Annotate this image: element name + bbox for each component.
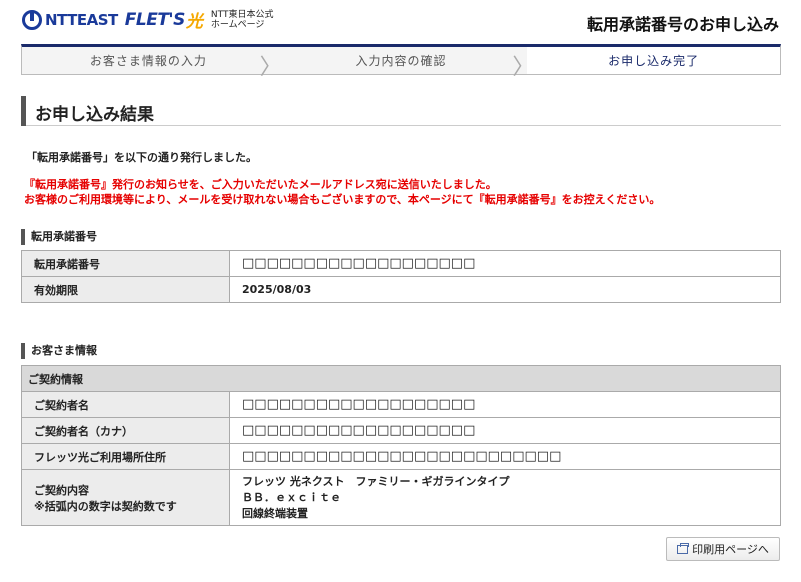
table-row: ご契約者名 □□□□□□□□□□□□□□□□□□□ [21, 391, 781, 418]
page-title: 転用承諾番号のお申し込み [586, 15, 779, 34]
address-value: □□□□□□□□□□□□□□□□□□□□□□□□□□ [229, 443, 781, 470]
contractor-name-value: □□□□□□□□□□□□□□□□□□□ [229, 391, 781, 418]
contract-isp: ＢＢ．ｅｘｃｉｔｅ [242, 490, 341, 504]
step-input: お客さま情報の入力 〉 [22, 47, 282, 80]
contractor-kana-value: □□□□□□□□□□□□□□□□□□□ [229, 417, 781, 444]
table-row: ご契約情報 [21, 365, 781, 392]
table-row: フレッツ光ご利用場所住所 □□□□□□□□□□□□□□□□□□□□□□□□□□ [21, 443, 781, 470]
table-row: ご契約内容 ※括弧内の数字は契約数です フレッツ 光ネクスト ファミリー・ギガラ… [21, 469, 781, 526]
step-confirm: 入力内容の確認 〉 [275, 47, 535, 80]
logo-hikari-text: 光 [185, 12, 203, 32]
table-row: 有効期限 2025/08/03 [21, 276, 781, 303]
step-input-label: お客さま情報の入力 [89, 54, 207, 68]
notice-red-line2: お客様のご利用環境等により、メールを受け取れない場合もございますので、本ページに… [24, 193, 661, 206]
section-title: お申し込み結果 [21, 96, 781, 126]
approval-number-label: 転用承諾番号 [21, 250, 230, 277]
logo-ntt-text: NTTEAST [45, 10, 118, 29]
approval-number-value: □□□□□□□□□□□□□□□□□□□ [229, 250, 781, 277]
step-complete-label: お申し込み完了 [608, 54, 700, 68]
expiry-label: 有効期限 [21, 276, 230, 303]
customer-table: ご契約情報 ご契約者名 □□□□□□□□□□□□□□□□□□□ ご契約者名（カナ… [21, 365, 781, 526]
print-window-icon [677, 542, 690, 554]
logo-subtitle: NTT東日本公式 ホームページ [211, 10, 274, 30]
ntt-flets-logo[interactable]: NTTEAST FLET'S 光 NTT東日本公式 ホームページ [22, 7, 273, 32]
chevron-right-icon: 〉 [512, 55, 536, 80]
print-page-label: 印刷用ページへ [692, 543, 769, 556]
address-label: フレッツ光ご利用場所住所 [21, 443, 230, 470]
section-title-bar [21, 96, 26, 126]
contractor-kana-label: ご契約者名（カナ） [21, 417, 230, 444]
contractor-name-label: ご契約者名 [21, 391, 230, 418]
contract-content-label-note: ※括弧内の数字は契約数です [34, 499, 177, 513]
approval-section-title: 転用承諾番号 [21, 229, 97, 245]
logo-sub-line2: ホームページ [210, 19, 265, 30]
table-row: 転用承諾番号 □□□□□□□□□□□□□□□□□□□ [21, 250, 781, 277]
step-confirm-label: 入力内容の確認 [355, 54, 447, 68]
step-complete: お申し込み完了 [527, 47, 781, 74]
contract-plan: フレッツ 光ネクスト ファミリー・ギガラインタイプ [242, 474, 510, 488]
contract-info-header: ご契約情報 [21, 365, 781, 392]
customer-section-title: お客さま情報 [21, 343, 97, 359]
notice-red-line1: 『転用承諾番号』発行のお知らせを、ご入力いただいたメールアドレス宛に送信いたしま… [24, 178, 497, 191]
issued-message: 「転用承諾番号」を以下の通り発行しました。 [26, 151, 257, 164]
progress-steps: お客さま情報の入力 〉 入力内容の確認 〉 お申し込み完了 [21, 44, 781, 80]
contract-content-value: フレッツ 光ネクスト ファミリー・ギガラインタイプ ＢＢ．ｅｘｃｉｔｅ 回線終端… [229, 469, 781, 526]
site-header: NTTEAST FLET'S 光 NTT東日本公式 ホームページ 転用承諾番号の… [0, 0, 801, 44]
logo-sub-line1: NTT東日本公式 [210, 9, 274, 20]
chevron-right-icon: 〉 [259, 55, 283, 80]
section-title-text: お申し込み結果 [35, 105, 154, 125]
ntt-logo-icon [22, 9, 42, 30]
logo-flets-text: FLET'S [124, 9, 186, 30]
contract-content-label: ご契約内容 ※括弧内の数字は契約数です [21, 469, 230, 526]
print-page-button[interactable]: 印刷用ページへ [666, 537, 780, 561]
table-row: ご契約者名（カナ） □□□□□□□□□□□□□□□□□□□ [21, 417, 781, 444]
contract-device: 回線終端装置 [242, 506, 308, 520]
expiry-value: 2025/08/03 [229, 276, 781, 303]
contract-content-label-main: ご契約内容 [34, 483, 89, 497]
approval-table: 転用承諾番号 □□□□□□□□□□□□□□□□□□□ 有効期限 2025/08/… [21, 250, 781, 303]
